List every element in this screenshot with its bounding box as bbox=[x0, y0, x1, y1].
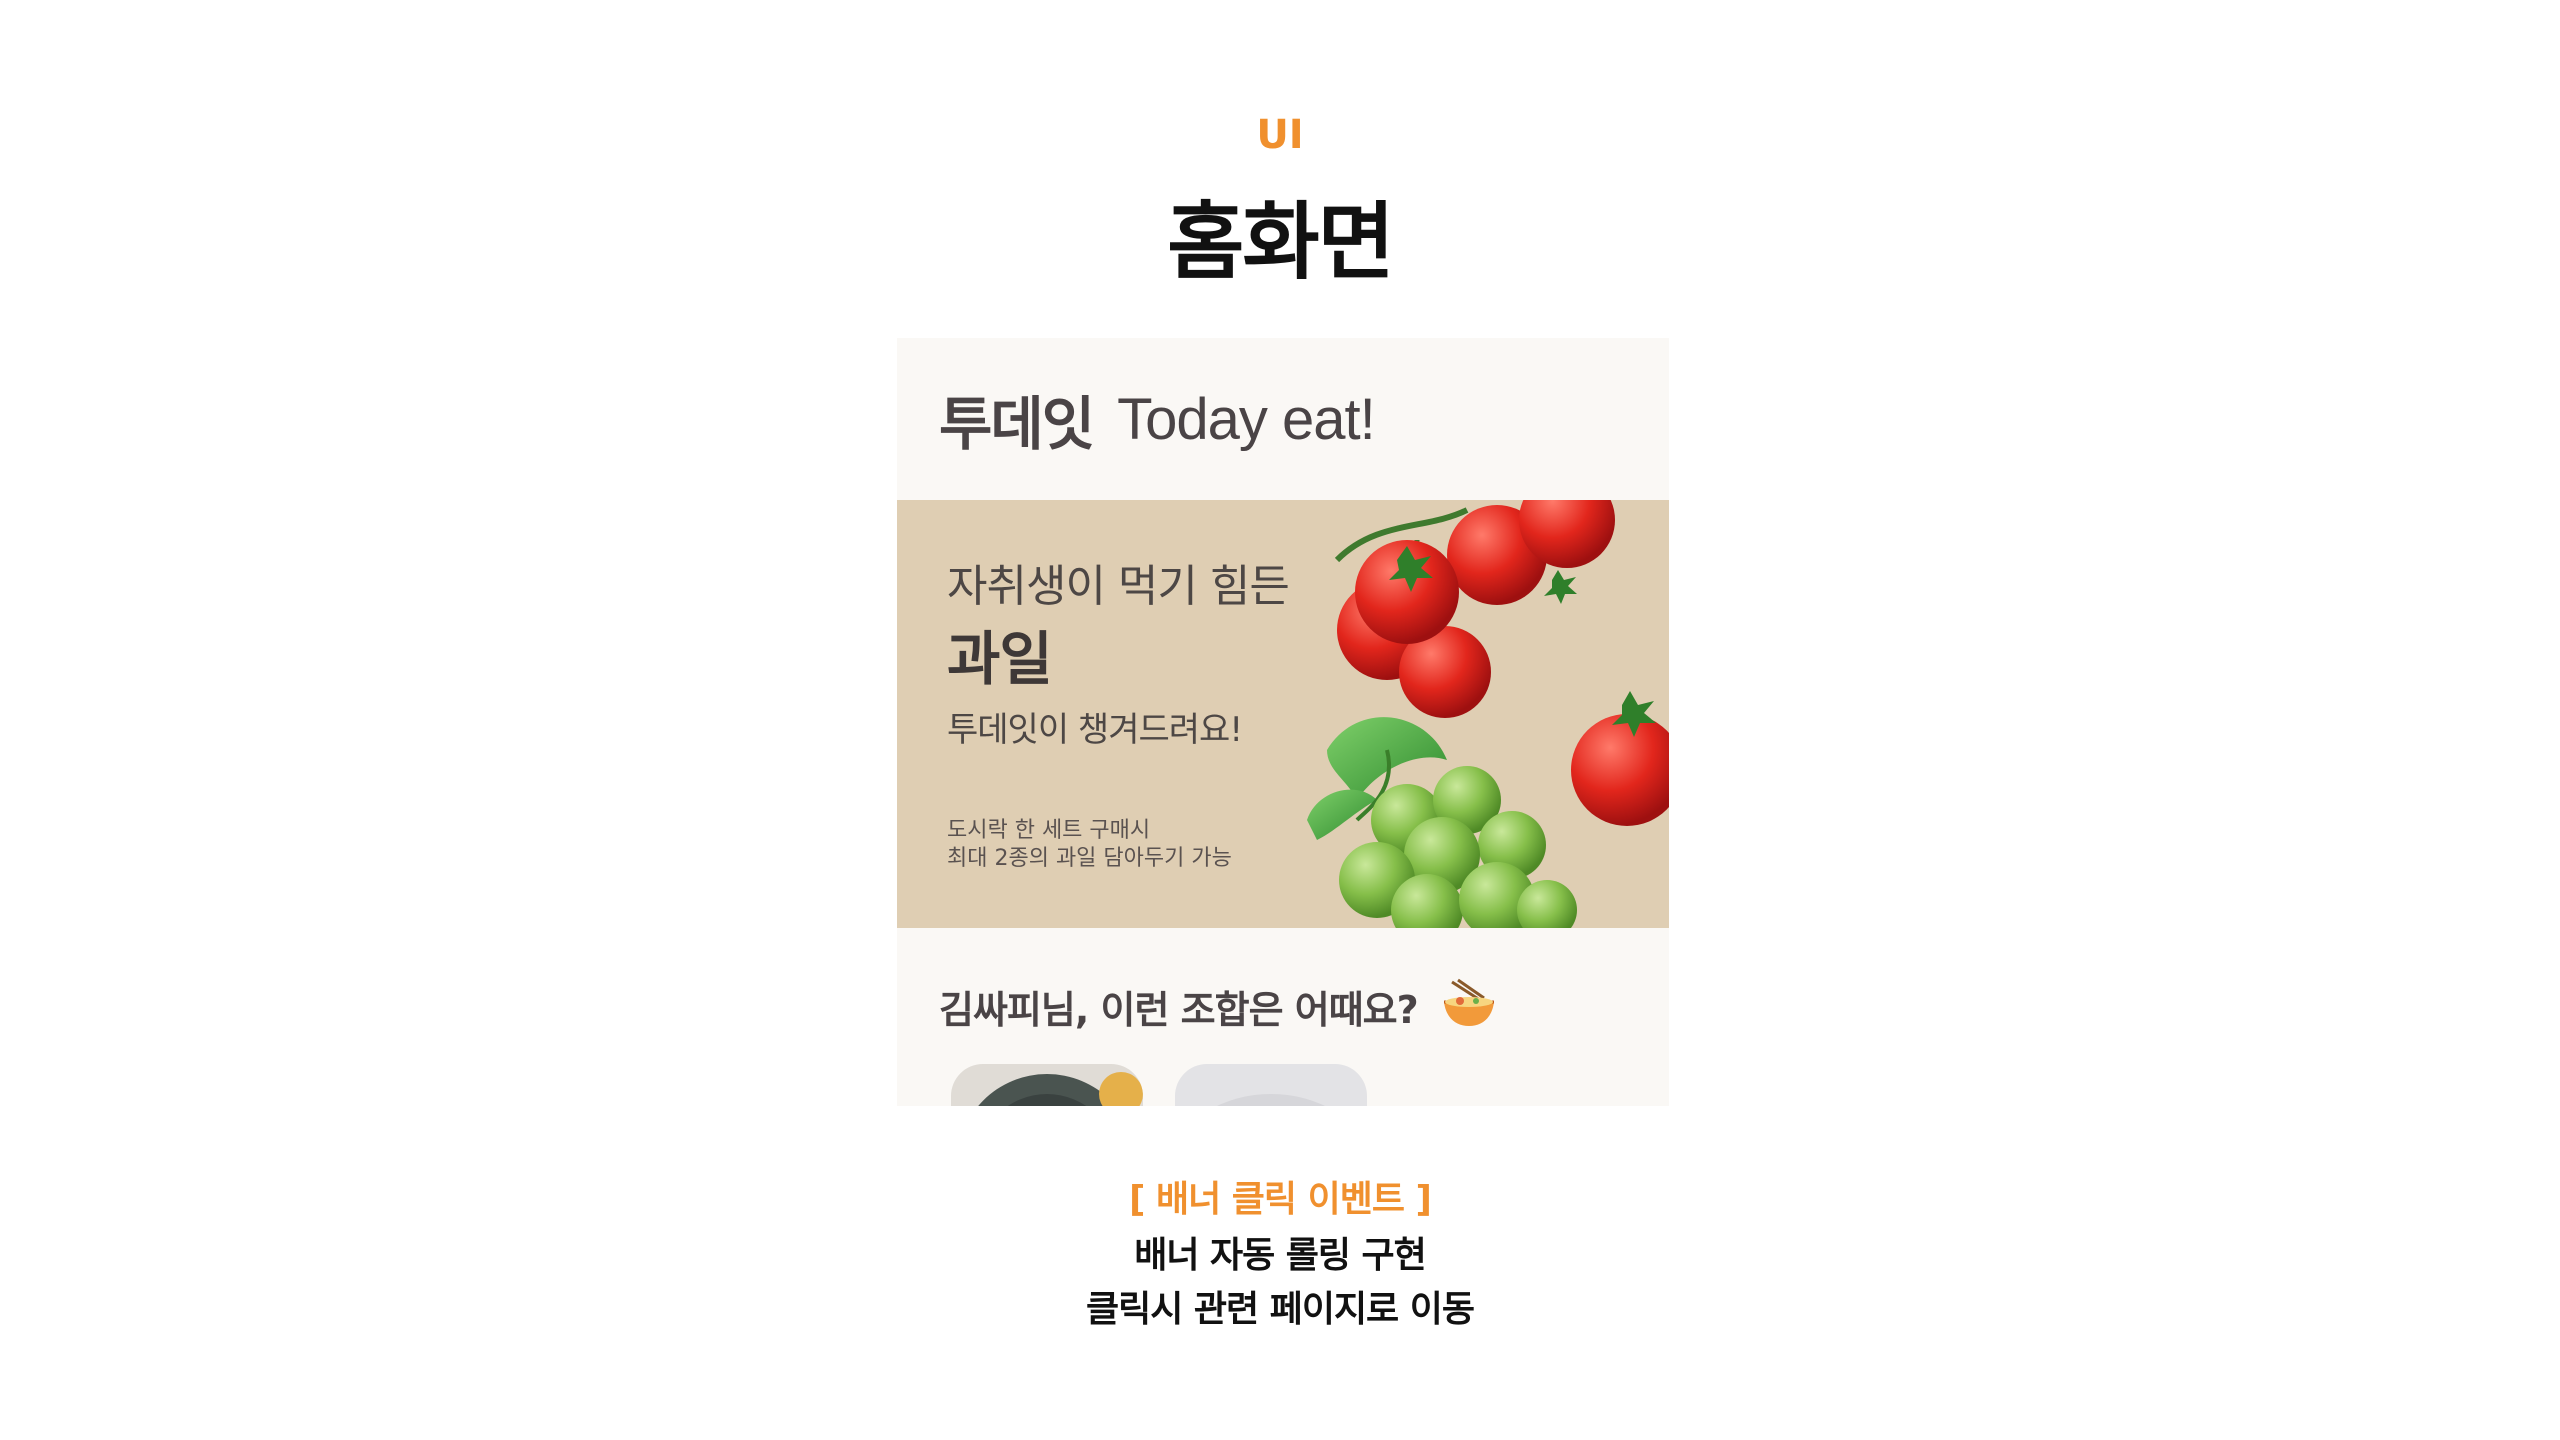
grape-icon bbox=[1307, 717, 1577, 928]
page-title: 홈화면 bbox=[1167, 193, 1395, 291]
section-eyebrow: UI bbox=[1256, 112, 1304, 158]
banner-note-2: 최대 2종의 과일 담아두기 가능 bbox=[947, 846, 1232, 871]
caption-line-1: 배너 자동 롤링 구현 bbox=[1134, 1235, 1427, 1276]
recommendation-title: 김싸피님, 이런 조합은 어때요? bbox=[939, 978, 1498, 1034]
phone-screen: 투데잇 Today eat! 자취생이 먹기 힘든 과일 투데잇이 챙겨드려요!… bbox=[897, 338, 1669, 1106]
caption-line-2: 클릭시 관련 페이지로 이동 bbox=[1086, 1289, 1475, 1330]
fruit-illustration bbox=[1307, 500, 1669, 928]
banner-headline: 자취생이 먹기 힘든 bbox=[947, 561, 1290, 612]
brand-logo-korean[interactable]: 투데잇 bbox=[939, 377, 1095, 461]
recommendation-title-text: 김싸피님, 이런 조합은 어때요? bbox=[939, 987, 1419, 1032]
banner-highlight: 과일 bbox=[947, 625, 1053, 693]
food-card-2[interactable] bbox=[1175, 1064, 1367, 1106]
recommendation-section: 김싸피님, 이런 조합은 어때요? bbox=[897, 928, 1669, 1106]
promo-banner[interactable]: 자취생이 먹기 힘든 과일 투데잇이 챙겨드려요! 도시락 한 세트 구매시 최… bbox=[897, 500, 1669, 928]
app-header: 투데잇 Today eat! bbox=[897, 338, 1669, 500]
brand-logo-english[interactable]: Today eat! bbox=[1117, 386, 1376, 453]
banner-subtitle: 투데잇이 챙겨드려요! bbox=[947, 710, 1243, 750]
noodle-bowl-icon bbox=[1440, 978, 1498, 1034]
food-card-1[interactable] bbox=[951, 1064, 1143, 1106]
caption-tag: [ 배너 클릭 이벤트 ] bbox=[1129, 1179, 1432, 1220]
